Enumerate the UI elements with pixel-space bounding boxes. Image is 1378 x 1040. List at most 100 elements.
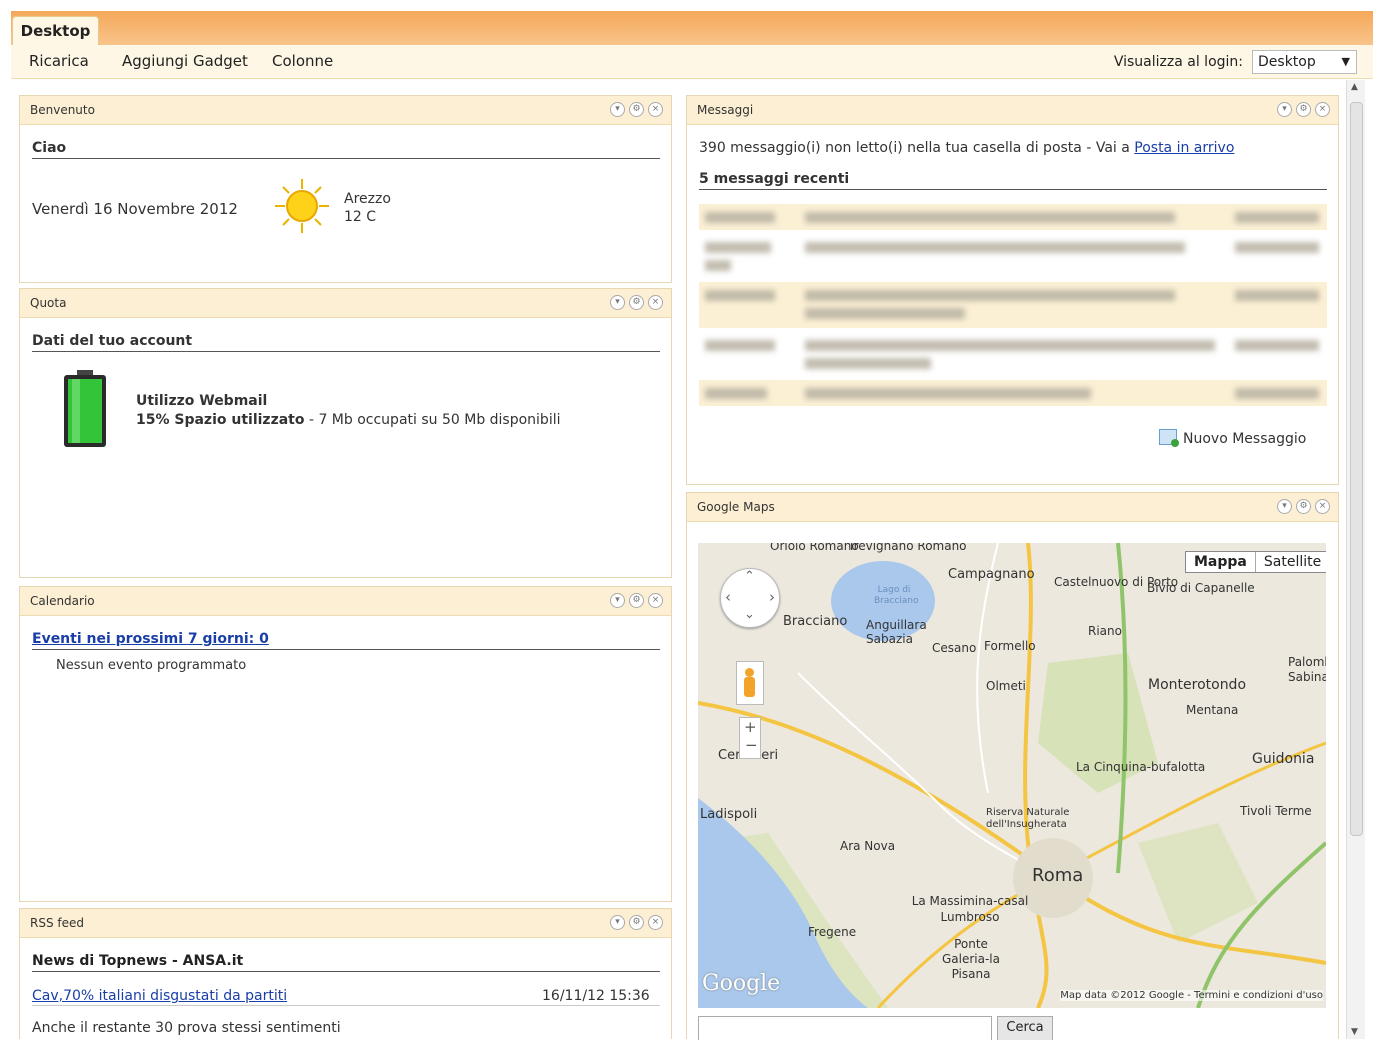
map-place: Ladispoli	[700, 807, 758, 822]
map-attribution[interactable]: Map data ©2012 Google - Termini e condiz…	[1060, 990, 1323, 1001]
close-icon[interactable]: ×	[1315, 102, 1330, 117]
rss-header[interactable]: RSS feed ▾ ⚙ ×	[20, 909, 671, 938]
usage-detail: - 7 Mb occupati su 50 Mb disponibili	[304, 412, 561, 428]
map-search-button[interactable]: Cerca	[997, 1016, 1053, 1040]
zoom-control: + −	[739, 717, 761, 759]
map-place: Mentana	[1186, 703, 1239, 717]
settings-icon[interactable]: ⚙	[629, 915, 644, 930]
add-gadget-button[interactable]: Aggiungi Gadget	[122, 52, 248, 70]
top-bar	[11, 11, 1373, 45]
weather-temp: 12 C	[344, 209, 377, 225]
settings-icon[interactable]: ⚙	[629, 102, 644, 117]
collapse-icon[interactable]: ▾	[1277, 499, 1292, 514]
zoom-out-icon[interactable]: −	[745, 736, 758, 754]
settings-icon[interactable]: ⚙	[629, 593, 644, 608]
account-data-title: Dati del tuo account	[32, 333, 660, 352]
inbox-link[interactable]: Posta in arrivo	[1134, 140, 1234, 156]
google-logo: Google	[702, 971, 781, 996]
upcoming-events-link[interactable]: Eventi nei prossimi 7 giorni: 0	[32, 631, 660, 650]
map-search-input[interactable]	[698, 1016, 992, 1040]
scroll-thumb[interactable]	[1350, 102, 1363, 836]
message-row[interactable]	[699, 332, 1327, 374]
quota-header[interactable]: Quota ▾ ⚙ ×	[20, 289, 671, 318]
pan-control[interactable]: ⌃ ‹ › ⌄	[720, 568, 780, 628]
message-row[interactable]	[699, 380, 1327, 406]
new-message-label: Nuovo Messaggio	[1183, 431, 1307, 447]
recent-messages-title: 5 messaggi recenti	[699, 171, 1327, 190]
map-place: Ara Nova	[840, 839, 896, 853]
tab-desktop[interactable]: Desktop	[12, 16, 99, 45]
calendar-header[interactable]: Calendario ▾ ⚙ ×	[20, 587, 671, 616]
chevron-up-icon[interactable]: ⌃	[744, 569, 755, 584]
map-place: Palombara Sabina	[1288, 655, 1326, 684]
panel-title: RSS feed	[30, 916, 84, 930]
reload-button[interactable]: Ricarica	[29, 52, 89, 70]
settings-icon[interactable]: ⚙	[629, 295, 644, 310]
scroll-down-icon[interactable]: ▼	[1351, 1027, 1358, 1037]
settings-icon[interactable]: ⚙	[1296, 102, 1311, 117]
map-place: Trevignano Romano	[848, 543, 967, 553]
chevron-right-icon[interactable]: ›	[769, 588, 775, 606]
greeting: Ciao	[32, 140, 660, 159]
message-row[interactable]	[699, 282, 1327, 328]
close-icon[interactable]: ×	[1315, 499, 1330, 514]
panel-title: Calendario	[30, 594, 95, 608]
collapse-icon[interactable]: ▾	[610, 915, 625, 930]
new-message-icon	[1159, 429, 1179, 447]
satellite-type-button[interactable]: Satellite	[1256, 552, 1326, 572]
map-type-button[interactable]: Mappa	[1186, 552, 1256, 572]
page-scrollbar[interactable]: ▲ ▼	[1346, 80, 1365, 1039]
map-place: Anguillara Sabazia	[866, 618, 927, 646]
battery-icon	[62, 369, 108, 453]
map-roads	[698, 543, 1326, 1008]
close-icon[interactable]: ×	[648, 295, 663, 310]
map-place: Lago di Bracciano	[874, 585, 919, 606]
collapse-icon[interactable]: ▾	[610, 593, 625, 608]
welcome-header[interactable]: Benvenuto ▾ ⚙ ×	[20, 96, 671, 125]
login-view-select[interactable]: Desktop ▼	[1252, 50, 1357, 74]
panel-title: Benvenuto	[30, 103, 95, 117]
chevron-left-icon[interactable]: ‹	[725, 588, 731, 606]
messages-header[interactable]: Messaggi ▾ ⚙ ×	[687, 96, 1338, 125]
map-place: Monterotondo	[1148, 677, 1247, 693]
message-row[interactable]	[699, 204, 1327, 230]
map-place: Roma	[1032, 865, 1084, 886]
chevron-down-icon[interactable]: ⌄	[744, 607, 755, 622]
panel-title: Quota	[30, 296, 67, 310]
webmail-usage-line: 15% Spazio utilizzato - 7 Mb occupati su…	[136, 412, 561, 428]
map-place: Bracciano	[783, 614, 848, 629]
rss-item-link[interactable]: Cav,70% italiani disgustati da partiti	[32, 988, 287, 1004]
street-view-pegman-icon[interactable]	[736, 661, 764, 705]
panel-title: Google Maps	[697, 500, 775, 514]
map-place: Riano	[1088, 624, 1122, 638]
sun-weather-icon	[274, 178, 330, 234]
collapse-icon[interactable]: ▾	[610, 102, 625, 117]
collapse-icon[interactable]: ▾	[610, 295, 625, 310]
close-icon[interactable]: ×	[648, 915, 663, 930]
toolbar: Ricarica Aggiungi Gadget Colonne Visuali…	[11, 45, 1373, 79]
close-icon[interactable]: ×	[648, 593, 663, 608]
close-icon[interactable]: ×	[648, 102, 663, 117]
columns-button[interactable]: Colonne	[272, 52, 333, 70]
login-view-value: Desktop	[1258, 54, 1316, 70]
scroll-up-icon[interactable]: ▲	[1351, 82, 1358, 92]
zoom-in-icon[interactable]: +	[744, 718, 757, 736]
map-canvas[interactable]: Oriolo Romano Trevignano Romano Campagna…	[698, 543, 1326, 1008]
quota-gadget: Quota ▾ ⚙ × Dati del tuo account Utilizzo …	[19, 288, 672, 578]
map-place: Campagnano	[948, 567, 1035, 582]
settings-icon[interactable]: ⚙	[1296, 499, 1311, 514]
new-message-button[interactable]: Nuovo Messaggio	[1159, 429, 1306, 447]
map-place: Tivoli Terme	[1240, 804, 1312, 818]
maps-header[interactable]: Google Maps ▾ ⚙ ×	[687, 493, 1338, 522]
rss-source-title: News di Topnews - ANSA.it	[32, 953, 660, 972]
map-place: Bivio di Capanelle	[1147, 581, 1255, 595]
map-place: Guidonia	[1252, 751, 1315, 767]
map-place: Fregene	[808, 925, 857, 939]
current-date: Venerdì 16 Novembre 2012	[32, 200, 238, 218]
usage-percent: 15% Spazio utilizzato	[136, 412, 305, 428]
collapse-icon[interactable]: ▾	[1277, 102, 1292, 117]
welcome-gadget: Benvenuto ▾ ⚙ × Ciao Venerdì 16 Novembre 2…	[19, 95, 672, 283]
map-place: Oriolo Romano	[770, 543, 859, 553]
weather-city: Arezzo	[344, 191, 391, 207]
message-row[interactable]	[699, 234, 1327, 276]
